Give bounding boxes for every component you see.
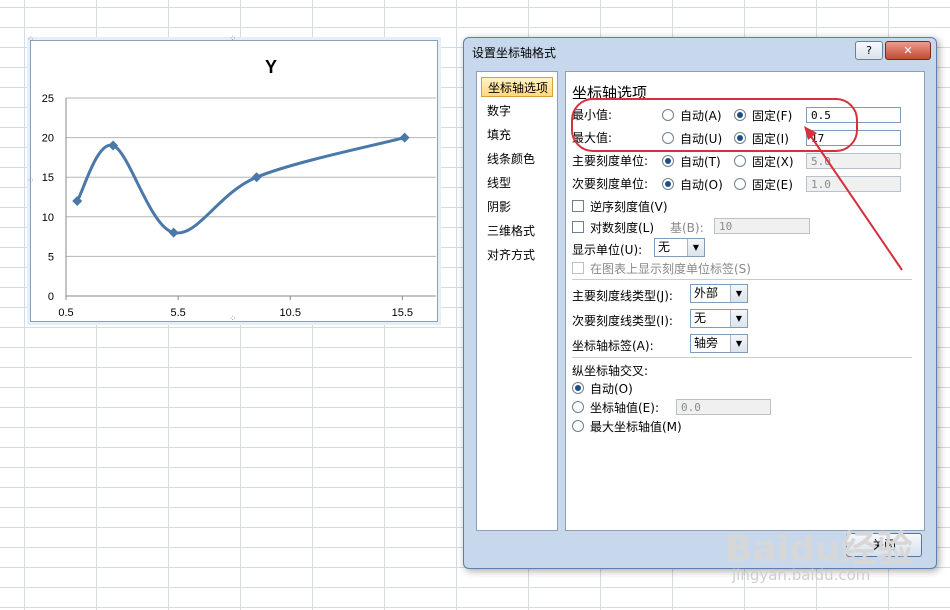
annotation-arrow: [804, 126, 903, 271]
watermark-url: jingyan.baidu.com: [732, 566, 871, 584]
baidu-logo: Baidu经验: [725, 529, 913, 570]
